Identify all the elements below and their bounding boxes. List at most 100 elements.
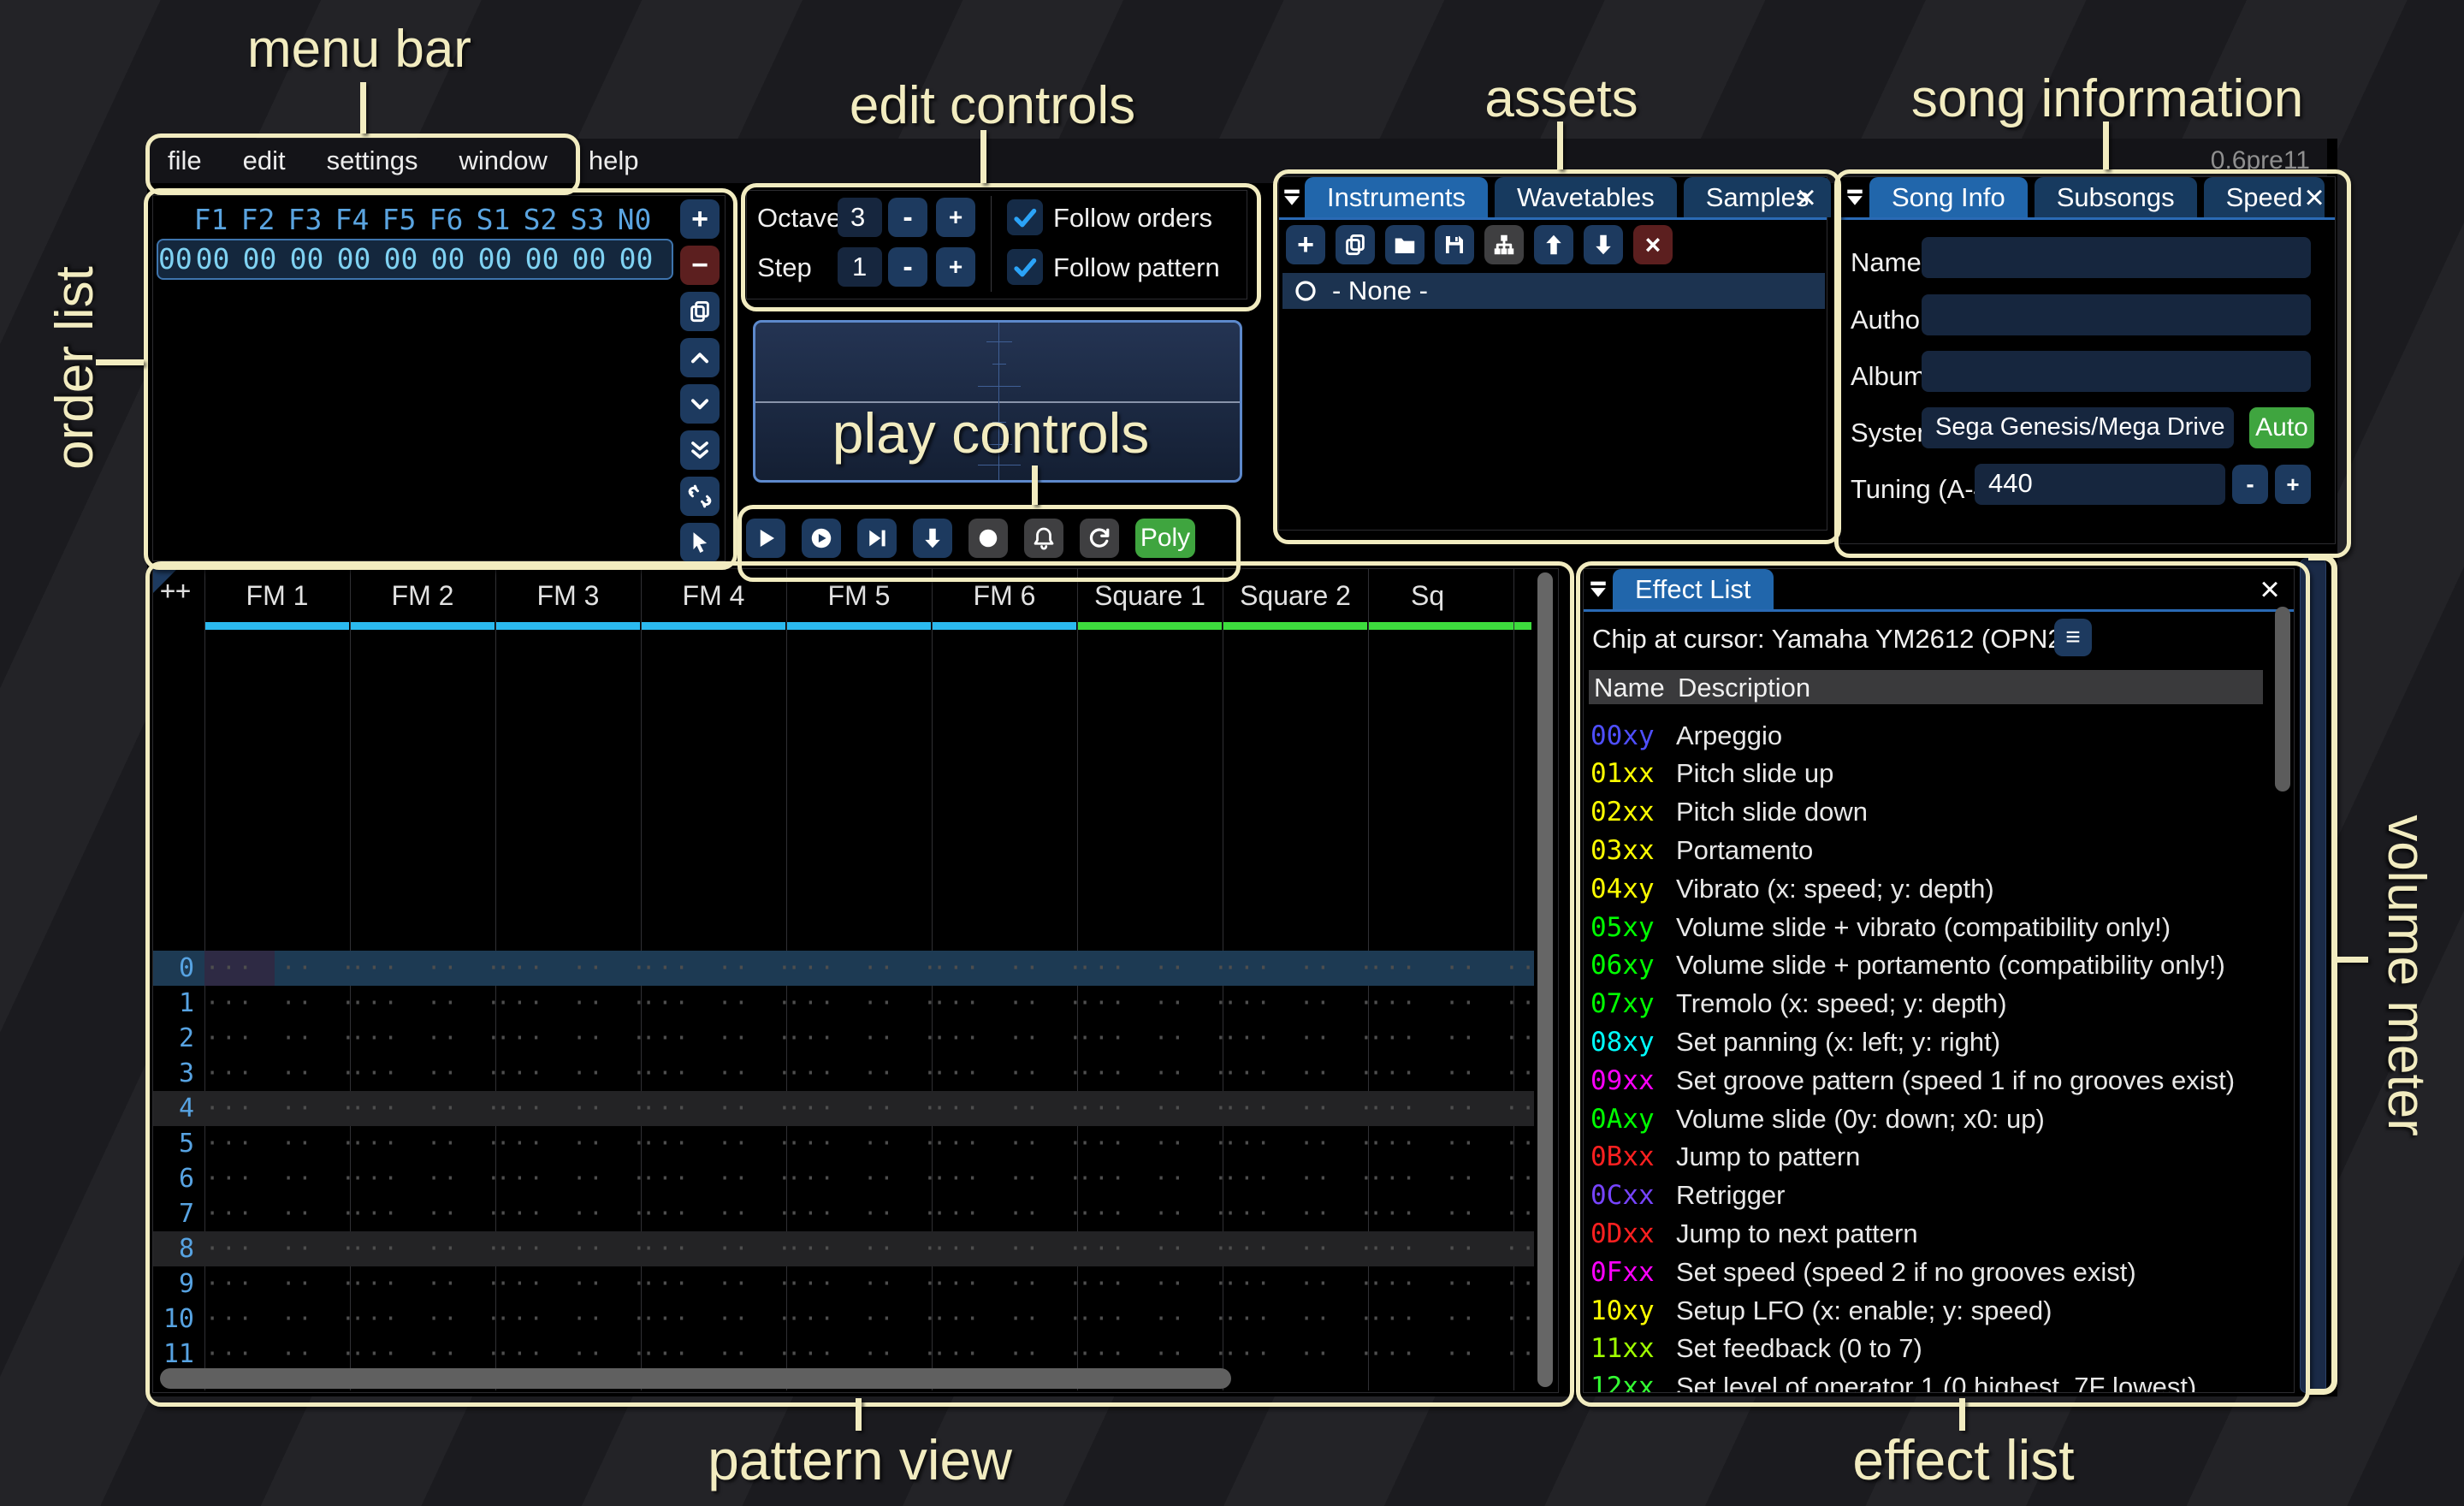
order-row[interactable]: 0000000000000000000000: [157, 239, 673, 280]
effect-list-row[interactable]: 04xyVibrato (x: speed; y: depth): [1590, 869, 2275, 908]
pattern-cell[interactable]: ··· ·· ·· ···: [642, 1337, 786, 1372]
delete-asset-button[interactable]: ×: [1633, 225, 1673, 264]
song-name-input[interactable]: [1922, 237, 2311, 278]
octave-input[interactable]: 3: [838, 198, 882, 237]
pattern-cell[interactable]: ··· ·· ·· ···: [933, 1056, 1077, 1091]
pattern-cell[interactable]: ··· ·· ·· ···: [933, 1301, 1077, 1337]
order-cell[interactable]: 00: [566, 242, 613, 276]
pattern-cell[interactable]: ··· ·· ·· ···: [496, 1231, 641, 1266]
pattern-vscrollbar[interactable]: [1537, 572, 1553, 1387]
tab-song-info[interactable]: Song Info: [1869, 177, 2028, 217]
pattern-cell[interactable]: ··· ·· ·· ···: [1078, 1337, 1223, 1372]
collapse-icon[interactable]: [1279, 177, 1305, 217]
pattern-cell[interactable]: ··· ·· ·· ···: [496, 951, 641, 986]
pattern-cell[interactable]: ··· ·· ·· ···: [1369, 1021, 1536, 1056]
close-icon[interactable]: ×: [1791, 182, 1821, 213]
menu-item-file[interactable]: file: [147, 139, 222, 183]
channel-header-fm-5[interactable]: FM 5: [786, 569, 932, 622]
menu-item-settings[interactable]: settings: [306, 139, 439, 183]
effect-list-row[interactable]: 0CxxRetrigger: [1590, 1177, 2275, 1215]
pattern-cell[interactable]: ··· ·· ·· ···: [642, 1301, 786, 1337]
effect-list-scrollbar[interactable]: [2275, 607, 2290, 792]
pattern-cell[interactable]: ··· ·· ·· ···: [1369, 1091, 1536, 1126]
effect-list-row[interactable]: 0BxxJump to pattern: [1590, 1138, 2275, 1177]
move-order-up-button[interactable]: [680, 338, 720, 377]
pattern-cell[interactable]: ··· ·· ·· ···: [205, 1091, 350, 1126]
pattern-cell[interactable]: ··· ·· ·· ···: [933, 1231, 1077, 1266]
step-plus-button[interactable]: +: [936, 247, 975, 287]
song-album-input[interactable]: [1922, 351, 2311, 392]
pattern-cell[interactable]: ··· ·· ·· ···: [496, 1301, 641, 1337]
pattern-cell[interactable]: ··· ·· ·· ···: [1078, 1021, 1223, 1056]
pattern-cell[interactable]: ··· ·· ·· ···: [496, 1021, 641, 1056]
pattern-cell[interactable]: ··· ·· ·· ···: [787, 986, 932, 1021]
pattern-cell[interactable]: ··· ·· ·· ···: [351, 1091, 495, 1126]
collapse-icon[interactable]: [1584, 569, 1613, 609]
metronome-button[interactable]: [1024, 519, 1063, 558]
pattern-cell[interactable]: ··· ·· ·· ···: [496, 1266, 641, 1301]
instrument-list-item[interactable]: - None -: [1282, 273, 1825, 309]
stop-button[interactable]: [968, 519, 1008, 558]
pattern-cell[interactable]: ··· ·· ·· ···: [1223, 1126, 1368, 1161]
order-cell[interactable]: 00: [377, 242, 424, 276]
pattern-cell[interactable]: ··· ·· ·· ···: [496, 986, 641, 1021]
close-icon[interactable]: ×: [2299, 182, 2330, 213]
pattern-cell[interactable]: ··· ·· ·· ···: [787, 1337, 932, 1372]
effect-list-row[interactable]: 12xxSet level of operator 1 (0 highest, …: [1590, 1368, 2275, 1393]
pattern-cell[interactable]: ··· ·· ·· ···: [787, 1231, 932, 1266]
effect-list-row[interactable]: 00xyArpeggio: [1590, 716, 2275, 755]
pattern-cell[interactable]: ··· ·· ·· ···: [933, 1091, 1077, 1126]
menu-item-edit[interactable]: edit: [222, 139, 306, 183]
toggle-folders-button[interactable]: [1484, 225, 1524, 264]
pattern-cell[interactable]: ··· ·· ·· ···: [787, 1301, 932, 1337]
octave-plus-button[interactable]: +: [936, 198, 975, 237]
effect-list-row[interactable]: 0DxxJump to next pattern: [1590, 1214, 2275, 1253]
close-icon[interactable]: ×: [2254, 574, 2285, 605]
pattern-cell[interactable]: ··· ·· ·· ···: [1369, 1266, 1536, 1301]
pattern-cell[interactable]: ··· ·· ·· ···: [351, 1337, 495, 1372]
pattern-cell[interactable]: ··· ·· ·· ···: [351, 1266, 495, 1301]
pattern-cell[interactable]: ··· ·· ·· ···: [1223, 1091, 1368, 1126]
pattern-cell[interactable]: ··· ·· ·· ···: [1223, 986, 1368, 1021]
pattern-cell[interactable]: ··· ·· ·· ···: [787, 1126, 932, 1161]
collapse-icon[interactable]: [1840, 177, 1869, 217]
effect-list-row[interactable]: 0AxyVolume slide (0y: down; x0: up): [1590, 1100, 2275, 1138]
effect-list-row[interactable]: 05xyVolume slide + vibrato (compatibilit…: [1590, 908, 2275, 946]
pattern-cell[interactable]: ··· ·· ·· ···: [787, 1161, 932, 1196]
pattern-cell[interactable]: ··· ·· ·· ···: [205, 1266, 350, 1301]
pattern-cell[interactable]: ··· ·· ·· ···: [642, 986, 786, 1021]
pattern-cell[interactable]: ··· ·· ·· ···: [642, 1126, 786, 1161]
pattern-cell[interactable]: ··· ·· ·· ···: [496, 1091, 641, 1126]
play-pattern-button[interactable]: [802, 519, 841, 558]
effect-list-row[interactable]: 0FxxSet speed (speed 2 if no grooves exi…: [1590, 1253, 2275, 1291]
effect-list-row[interactable]: 03xxPortamento: [1590, 831, 2275, 869]
pattern-cell[interactable]: ··· ·· ·· ···: [205, 1161, 350, 1196]
pattern-cell[interactable]: ··· ·· ·· ···: [933, 1021, 1077, 1056]
move-asset-down-button[interactable]: [1584, 225, 1623, 264]
deep-clone-order-button[interactable]: [680, 477, 720, 516]
effect-menu-button[interactable]: ≡: [2054, 619, 2092, 656]
tuning-minus-button[interactable]: -: [2232, 465, 2268, 504]
pattern-cell[interactable]: ··· ·· ·· ···: [1369, 1337, 1536, 1372]
effect-list-row[interactable]: 10xySetup LFO (x: enable; y: speed): [1590, 1291, 2275, 1330]
pattern-cell[interactable]: ··· ·· ·· ···: [205, 1056, 350, 1091]
tuning-plus-button[interactable]: +: [2275, 465, 2311, 504]
pattern-hscrollbar[interactable]: [160, 1368, 1231, 1389]
pattern-cell[interactable]: ··· ·· ·· ···: [351, 986, 495, 1021]
pattern-cell[interactable]: ··· ·· ·· ···: [933, 951, 1077, 986]
move-order-down-button[interactable]: [680, 384, 720, 424]
pattern-cell[interactable]: ··· ·· ·· ···: [1078, 1056, 1223, 1091]
step-minus-button[interactable]: -: [888, 247, 927, 287]
pattern-cell[interactable]: ··· ·· ·· ···: [496, 1196, 641, 1231]
add-order-button[interactable]: +: [680, 199, 720, 239]
pattern-cell[interactable]: ··· ·· ·· ···: [205, 986, 350, 1021]
order-cell[interactable]: 00: [189, 242, 236, 276]
pattern-cell[interactable]: ··· ·· ·· ···: [933, 1266, 1077, 1301]
pattern-cell[interactable]: ··· ·· ·· ···: [787, 1021, 932, 1056]
open-asset-button[interactable]: [1385, 225, 1424, 264]
pattern-cell[interactable]: ··· ·· ·· ···: [642, 1091, 786, 1126]
pattern-cell[interactable]: ··· ·· ·· ···: [1369, 1126, 1536, 1161]
play-from-cursor-button[interactable]: [857, 519, 897, 558]
follow-pattern-checkbox[interactable]: [1007, 249, 1043, 285]
pattern-cell[interactable]: ··· ·· ·· ···: [496, 1056, 641, 1091]
